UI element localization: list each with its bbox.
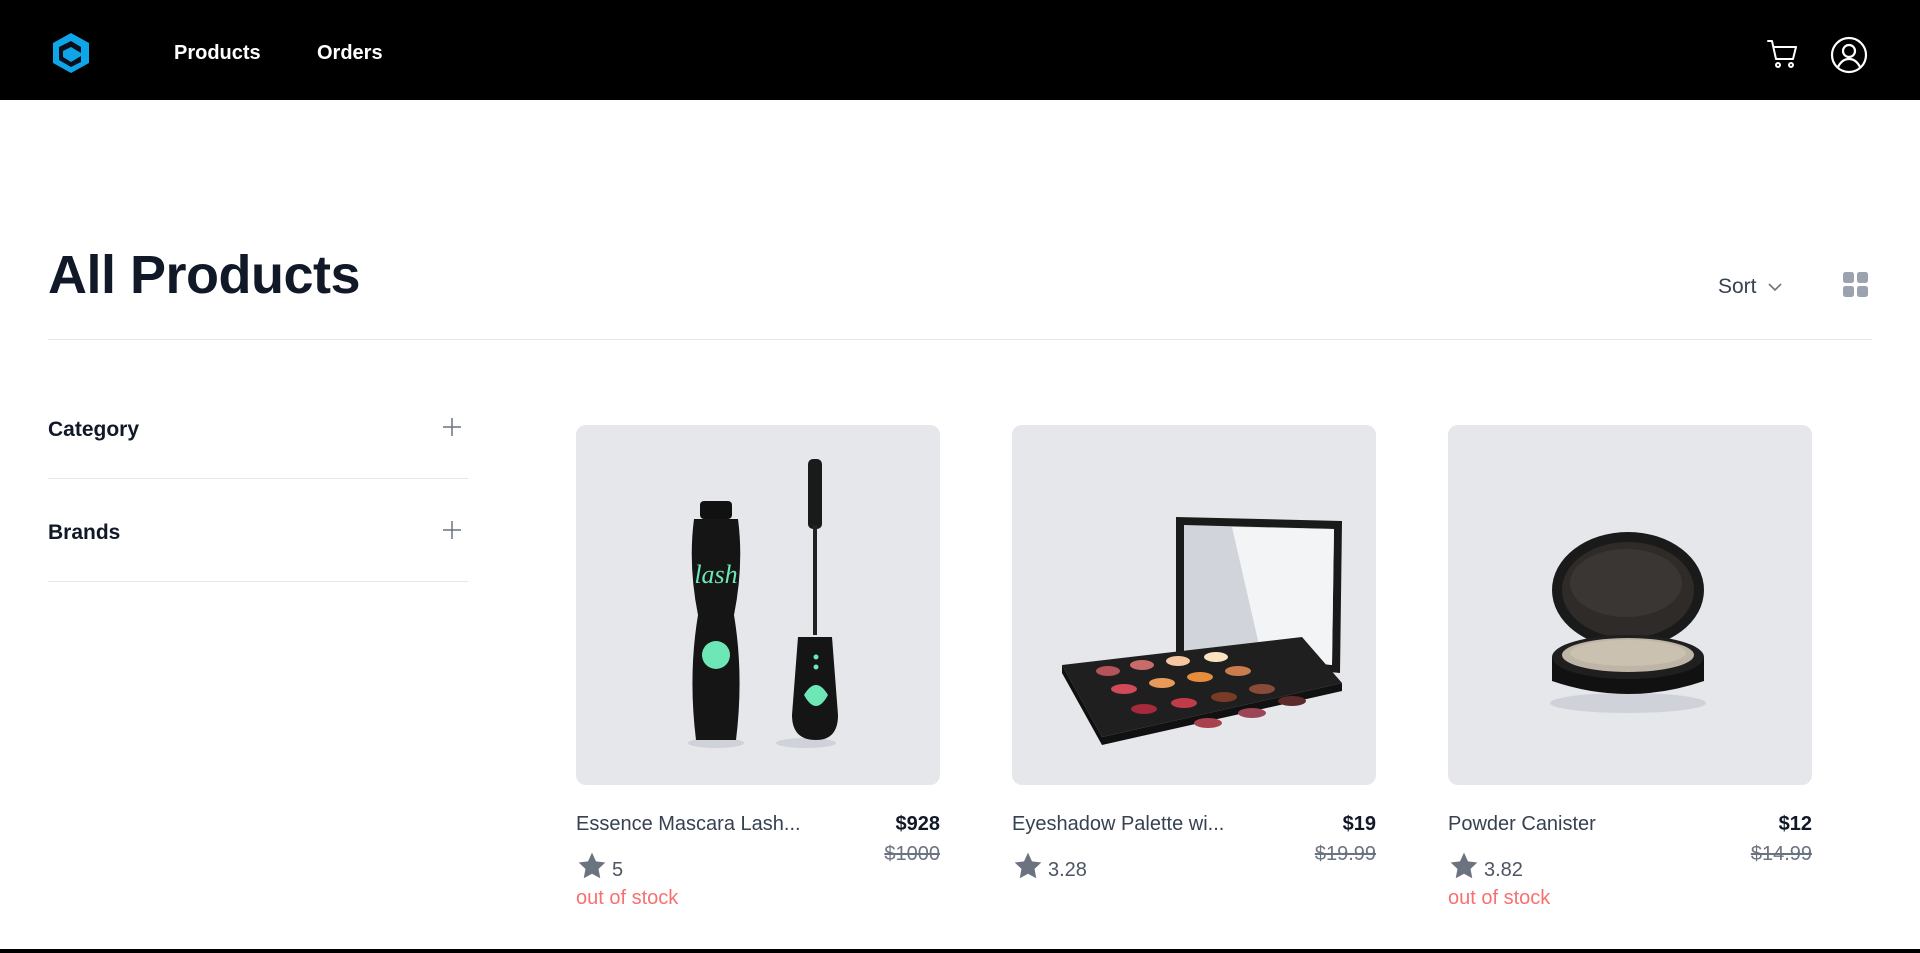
stock-status: out of stock bbox=[576, 887, 679, 909]
rating-value: 3.82 bbox=[1484, 859, 1523, 881]
product-rating: 5 bbox=[576, 849, 623, 882]
user-circle-icon[interactable] bbox=[1830, 36, 1868, 74]
plus-icon bbox=[443, 521, 461, 539]
product-rating: 3.28 bbox=[1012, 849, 1087, 882]
product-old-price: $1000 bbox=[884, 843, 940, 865]
cart-icon[interactable] bbox=[1766, 37, 1800, 71]
window-bottom-border bbox=[0, 949, 1920, 953]
rating-value: 3.28 bbox=[1048, 859, 1087, 881]
grid-view-icon[interactable] bbox=[1843, 272, 1869, 298]
product-price: $928 bbox=[895, 813, 941, 835]
product-name[interactable]: Essence Mascara Lash... bbox=[576, 813, 801, 836]
navbar: Products Orders bbox=[0, 4, 1920, 100]
plus-icon bbox=[443, 418, 461, 436]
filter-label: Category bbox=[48, 418, 140, 441]
star-icon bbox=[1014, 852, 1042, 878]
brand-logo-icon[interactable] bbox=[50, 31, 92, 75]
product-old-price: $19.99 bbox=[1314, 843, 1376, 865]
filter-label: Brands bbox=[48, 521, 121, 544]
product-name[interactable]: Eyeshadow Palette wi... bbox=[1012, 813, 1224, 836]
product-image-eyeshadow[interactable] bbox=[1012, 425, 1376, 785]
product-name[interactable]: Powder Canister bbox=[1448, 813, 1596, 836]
product-card[interactable]: Powder Canister $12 $14.99 3.82 out of s… bbox=[1448, 425, 1812, 909]
stock-status: out of stock bbox=[1448, 887, 1551, 909]
product-image-powder-canister[interactable] bbox=[1448, 425, 1812, 785]
filter-brands[interactable]: Brands bbox=[48, 479, 468, 582]
product-card[interactable]: lash Essence Mascara Lash... $928 $1000 … bbox=[576, 425, 940, 909]
chevron-down-icon bbox=[1767, 283, 1782, 292]
sort-label: Sort bbox=[1718, 275, 1757, 298]
page-title: All Products bbox=[48, 245, 361, 305]
svg-text:lash: lash bbox=[694, 560, 737, 589]
filter-category[interactable]: Category bbox=[48, 376, 468, 479]
rating-value: 5 bbox=[612, 859, 624, 881]
nav-link-orders[interactable]: Orders bbox=[317, 42, 383, 65]
sort-button[interactable]: Sort bbox=[1718, 275, 1783, 299]
star-icon bbox=[578, 852, 606, 878]
product-old-price: $14.99 bbox=[1750, 843, 1812, 865]
product-card[interactable]: Eyeshadow Palette wi... $19 $19.99 3.28 bbox=[1012, 425, 1376, 881]
nav-link-products[interactable]: Products bbox=[174, 42, 261, 65]
product-image-mascara[interactable]: lash bbox=[576, 425, 940, 785]
star-icon bbox=[1450, 852, 1478, 878]
header-divider bbox=[48, 339, 1872, 340]
product-price: $19 bbox=[1342, 813, 1376, 835]
product-price: $12 bbox=[1778, 813, 1812, 835]
product-rating: 3.82 bbox=[1448, 849, 1523, 882]
